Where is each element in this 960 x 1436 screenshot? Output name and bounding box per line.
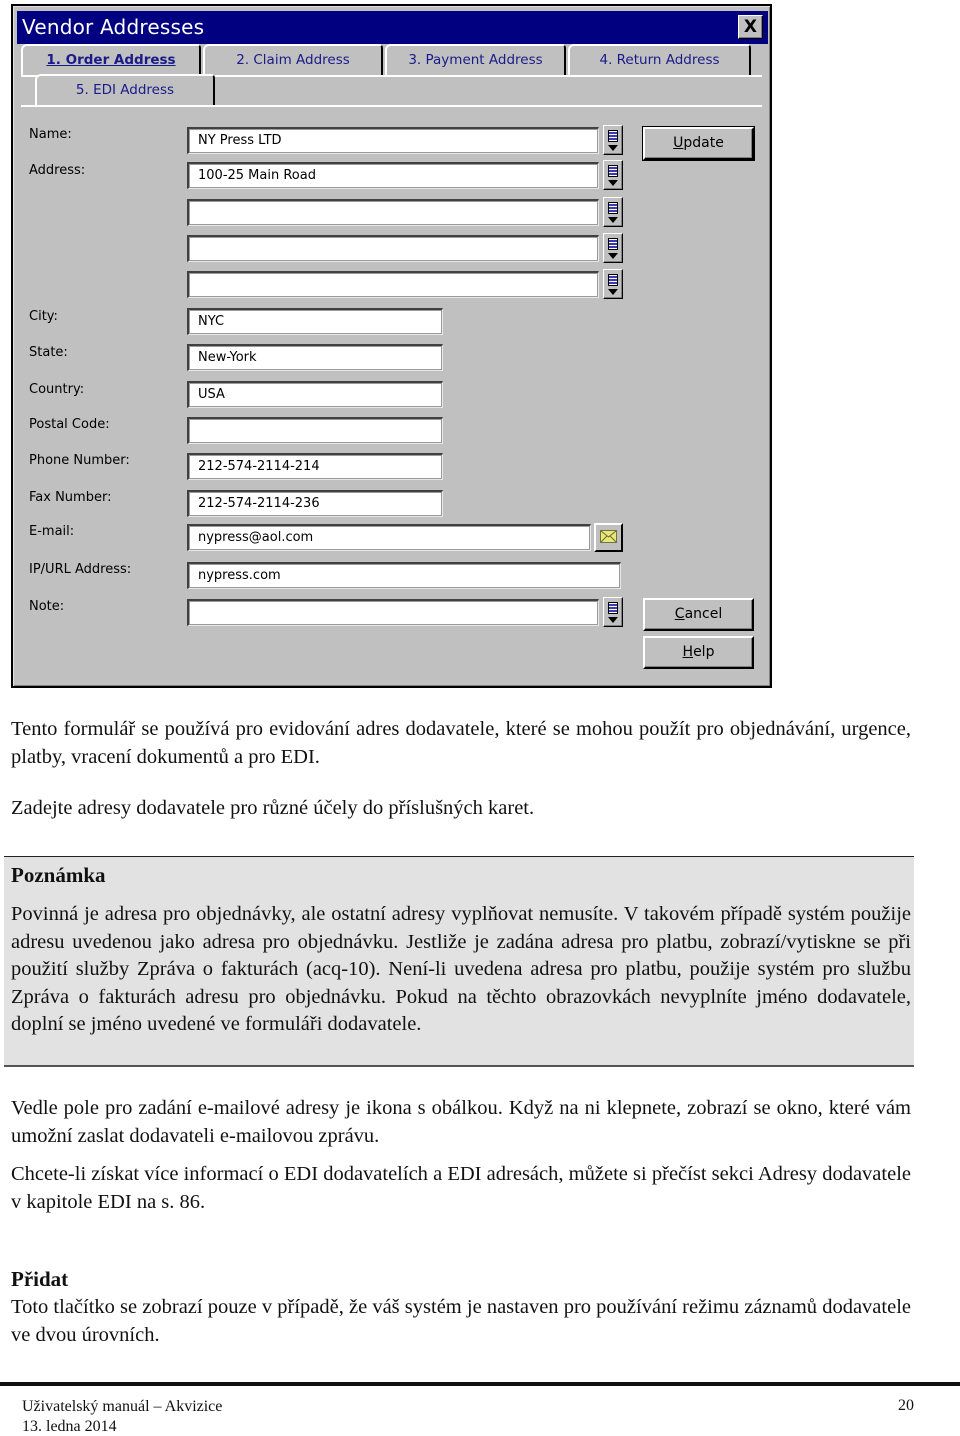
url-label: IP/URL Address: [29, 562, 132, 577]
tab-return-address[interactable]: 4. Return Address [568, 44, 751, 75]
list-icon [608, 202, 618, 214]
page-number: 20 [898, 1397, 914, 1414]
fax-field[interactable]: 212-574-2114-236 [187, 490, 443, 517]
footer-divider [0, 1382, 960, 1386]
dropdown-arrow-icon [608, 617, 618, 623]
dialog-titlebar: Vendor Addresses X [17, 11, 768, 44]
tab-claim-address[interactable]: 2. Claim Address [203, 44, 383, 75]
name-lookup-button[interactable] [603, 125, 623, 155]
note-field[interactable] [187, 599, 599, 626]
dropdown-arrow-icon [608, 253, 618, 259]
state-field[interactable]: New-York [187, 344, 443, 371]
add-section-text: Toto tlačítko se zobrazí pouze v případě… [11, 1296, 911, 1346]
note-label: Note: [29, 599, 65, 614]
tabs-instruction-paragraph: Zadejte adresy dodavatele pro různé účel… [11, 797, 535, 819]
tab-edi-address[interactable]: 5. EDI Address [35, 74, 215, 105]
state-label: State: [29, 345, 68, 360]
dropdown-arrow-icon [608, 145, 618, 151]
note-text: Povinná je adresa pro objednávky, ale os… [11, 903, 911, 1035]
help-button[interactable]: Help [643, 636, 754, 669]
note-lookup-button[interactable] [603, 597, 623, 627]
city-label: City: [29, 309, 58, 324]
url-field[interactable]: nypress.com [187, 562, 621, 589]
dialog-title: Vendor Addresses [22, 15, 205, 39]
country-field[interactable]: USA [187, 381, 443, 408]
email-label: E-mail: [29, 524, 75, 539]
send-email-button[interactable] [594, 523, 623, 552]
list-icon [608, 130, 618, 142]
footer-date: 13. ledna 2014 [22, 1418, 117, 1435]
envelope-icon [600, 530, 617, 543]
dropdown-arrow-icon [608, 180, 618, 186]
add-section-heading: Přidat [11, 1267, 69, 1291]
address-line-4-field[interactable] [187, 271, 599, 298]
tab-order-address[interactable]: 1. Order Address [21, 44, 201, 75]
postal-code-label: Postal Code: [29, 417, 110, 432]
vendor-addresses-dialog: Vendor Addresses X 1. Order Address 2. C… [11, 4, 772, 688]
note-box: Poznámka Povinná je adresa pro objednávk… [4, 856, 914, 1067]
country-label: Country: [29, 382, 85, 397]
name-field[interactable]: NY Press LTD [187, 127, 599, 154]
address-line-4-lookup-button[interactable] [603, 269, 623, 299]
intro-paragraph: Tento formulář se používá pro evidování … [11, 718, 911, 768]
list-icon [608, 602, 618, 614]
name-label: Name: [29, 127, 72, 142]
list-icon [608, 274, 618, 286]
address-line-2-field[interactable] [187, 199, 599, 226]
tab-panel-top-edge [21, 105, 762, 107]
city-field[interactable]: NYC [187, 308, 443, 335]
footer-manual-title: Uživatelský manuál – Akvizice [22, 1398, 223, 1415]
address-line-3-lookup-button[interactable] [603, 233, 623, 263]
footer-info: Uživatelský manuál – Akvizice 13. ledna … [22, 1397, 222, 1436]
address-line-3-field[interactable] [187, 235, 599, 262]
email-icon-paragraph: Vedle pole pro zadání e-mailové adresy j… [11, 1097, 911, 1147]
fax-label: Fax Number: [29, 490, 112, 505]
edi-paragraph: Chcete-li získat více informací o EDI do… [11, 1163, 911, 1213]
email-field[interactable]: nypress@aol.com [187, 524, 591, 551]
dropdown-arrow-icon [608, 217, 618, 223]
address-line-2-lookup-button[interactable] [603, 197, 623, 227]
cancel-button[interactable]: Cancel [643, 598, 754, 631]
address-line-1-field[interactable]: 100-25 Main Road [187, 162, 599, 189]
phone-field[interactable]: 212-574-2114-214 [187, 453, 443, 480]
update-button[interactable]: Update [642, 126, 755, 161]
close-icon: X [743, 17, 758, 37]
list-icon [608, 165, 618, 177]
phone-label: Phone Number: [29, 453, 130, 468]
postal-code-field[interactable] [187, 417, 443, 444]
address-label: Address: [29, 163, 86, 178]
address-line-1-lookup-button[interactable] [603, 160, 623, 190]
close-button[interactable]: X [738, 15, 763, 39]
dropdown-arrow-icon [608, 289, 618, 295]
list-icon [608, 238, 618, 250]
note-heading: Poznámka [11, 863, 106, 887]
tab-payment-address[interactable]: 3. Payment Address [385, 44, 566, 75]
